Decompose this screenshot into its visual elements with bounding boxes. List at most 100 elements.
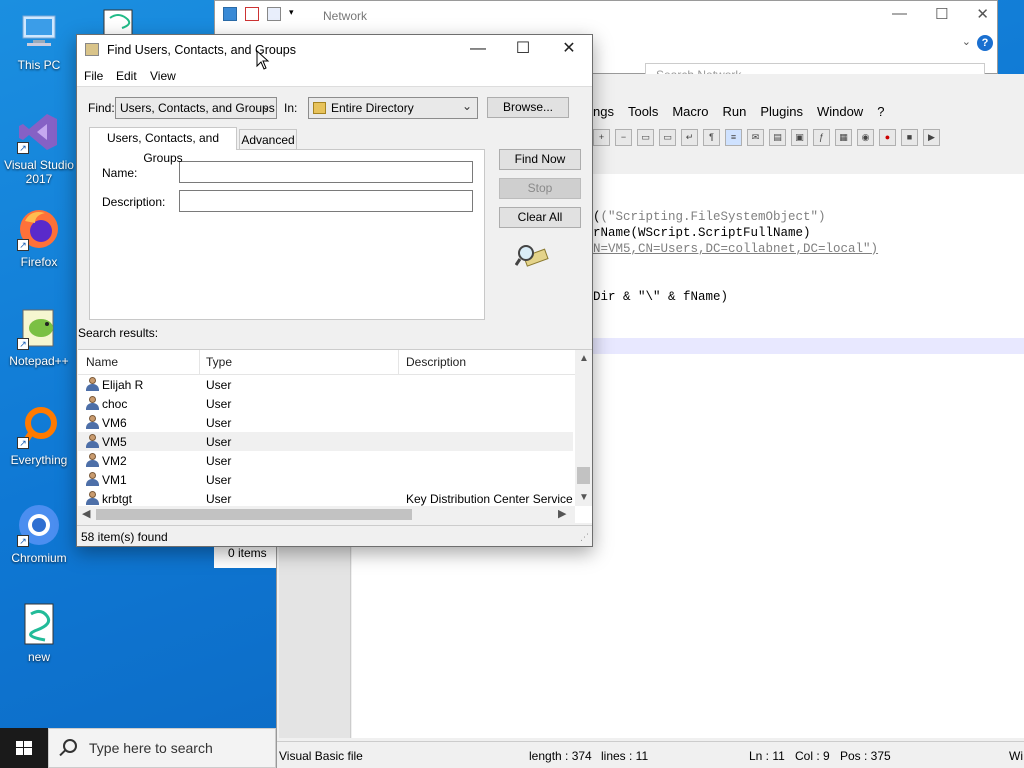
column-header-description[interactable]: Description	[406, 355, 466, 369]
code-line: N=VM5,CN=Users,DC=collabnet,DC=local")	[593, 242, 879, 256]
find-label: Find:	[88, 101, 115, 115]
resize-grip-icon[interactable]: ⋰	[580, 532, 589, 543]
desktop-icon-this-pc[interactable]: This PC	[3, 10, 75, 72]
row-type: User	[206, 416, 232, 430]
npp-toolbar: + − ▭ ▭ ↵ ¶ ≡ ✉ ▤ ▣ ƒ ▦ ◉ ● ■ ▶	[593, 126, 940, 148]
zoom-out-icon[interactable]: −	[615, 128, 632, 146]
user-icon	[86, 377, 99, 391]
tab-advanced[interactable]: Advanced	[239, 129, 297, 151]
search-icon	[63, 739, 77, 753]
desktop-icon-new[interactable]: new	[3, 602, 75, 664]
play-macro-icon[interactable]: ▶	[923, 128, 940, 146]
start-button[interactable]	[0, 728, 48, 768]
name-input[interactable]	[179, 161, 473, 183]
table-row[interactable]: VM1 User	[78, 470, 573, 489]
taskbar-search-box[interactable]: Type here to search	[48, 728, 276, 768]
shortcut-arrow-icon: ↗	[17, 535, 29, 547]
column-separator[interactable]	[398, 350, 399, 374]
tab-users-contacts-groups[interactable]: Users, Contacts, and Groups	[89, 127, 237, 165]
find-type-select[interactable]: Users, Contacts, and Groups ⌄	[115, 97, 277, 119]
table-row[interactable]: VM6 User	[78, 413, 573, 432]
desktop-icon-visual-studio[interactable]: ↗ Visual Studio 2017	[3, 110, 75, 186]
desktop-icon-firefox[interactable]: ↗ Firefox	[3, 207, 75, 269]
scroll-thumb[interactable]	[96, 509, 412, 520]
menu-view[interactable]: View	[150, 69, 176, 83]
folder-workspace-icon[interactable]: ▦	[835, 128, 852, 146]
scope-select[interactable]: Entire Directory ⌄	[308, 97, 478, 119]
close-icon[interactable]: ✕	[553, 39, 585, 61]
dialog-titlebar[interactable]: Find Users, Contacts, and Groups — ☐ ✕	[77, 35, 592, 65]
chevron-down-icon[interactable]: ⌄	[962, 35, 971, 48]
sync-vertical-icon[interactable]: ▭	[637, 128, 654, 146]
user-icon	[86, 434, 99, 448]
search-criteria-panel: Name: Description:	[89, 149, 485, 320]
doc-list-icon[interactable]: ▣	[791, 128, 808, 146]
desktop-icon-label: Notepad++	[9, 354, 69, 368]
find-users-dialog: Find Users, Contacts, and Groups — ☐ ✕ F…	[76, 34, 593, 547]
define-language-icon[interactable]: ✉	[747, 128, 764, 146]
monitoring-icon[interactable]: ◉	[857, 128, 874, 146]
table-row[interactable]: Elijah R User	[78, 375, 573, 394]
minimize-icon[interactable]: —	[892, 5, 907, 23]
network-icon[interactable]	[223, 7, 237, 21]
menu-edit[interactable]: Edit	[116, 69, 137, 83]
menu-macro[interactable]: Macro	[672, 104, 708, 119]
browse-button[interactable]: Browse...	[487, 97, 569, 118]
status-length: length : 374	[529, 749, 592, 763]
record-macro-icon[interactable]: ●	[879, 128, 896, 146]
word-wrap-icon[interactable]: ↵	[681, 128, 698, 146]
show-all-chars-icon[interactable]: ¶	[703, 128, 720, 146]
doc-map-icon[interactable]: ▤	[769, 128, 786, 146]
results-vertical-scrollbar[interactable]: ▲ ▼	[575, 350, 592, 506]
code-line: (("Scripting.FileSystemObject")	[593, 210, 826, 224]
clear-all-button[interactable]: Clear All	[499, 207, 581, 228]
desktop-icon-everything[interactable]: ↗ Everything	[3, 405, 75, 467]
indent-guide-icon[interactable]: ≡	[725, 128, 742, 146]
menu-settings[interactable]: ngs	[593, 104, 614, 119]
menu-run[interactable]: Run	[722, 104, 746, 119]
sync-horizontal-icon[interactable]: ▭	[659, 128, 676, 146]
minimize-icon[interactable]: —	[462, 39, 494, 61]
help-icon[interactable]: ?	[977, 35, 993, 51]
row-type: User	[206, 492, 232, 506]
scroll-left-icon[interactable]: ◀	[82, 507, 90, 520]
maximize-icon[interactable]: ☐	[507, 39, 539, 61]
desktop-icon-label: Chromium	[11, 551, 67, 565]
scroll-thumb[interactable]	[577, 467, 590, 484]
scroll-up-icon[interactable]: ▲	[579, 353, 589, 364]
scroll-right-icon[interactable]: ▶	[558, 507, 566, 520]
customize-dropdown-icon[interactable]: ▾	[289, 7, 303, 21]
results-horizontal-scrollbar[interactable]: ◀ ▶	[78, 506, 575, 523]
column-separator[interactable]	[199, 350, 200, 374]
menu-tools[interactable]: Tools	[628, 104, 658, 119]
properties-icon[interactable]	[245, 7, 259, 21]
table-row[interactable]: VM5 User	[78, 432, 573, 451]
scope-value: Entire Directory	[331, 101, 414, 115]
row-name: choc	[102, 397, 128, 411]
column-header-type[interactable]: Type	[206, 355, 232, 369]
close-icon[interactable]: ✕	[976, 5, 989, 23]
desktop-icon-label: Firefox	[20, 255, 58, 269]
scroll-down-icon[interactable]: ▼	[579, 492, 589, 503]
column-header-name[interactable]: Name	[86, 355, 118, 369]
zoom-in-icon[interactable]: +	[593, 128, 610, 146]
table-row[interactable]: VM2 User	[78, 451, 573, 470]
new-folder-icon[interactable]	[267, 7, 281, 21]
stop-macro-icon[interactable]: ■	[901, 128, 918, 146]
table-row[interactable]: krbtgt User Key Distribution Center Serv…	[78, 489, 573, 506]
maximize-icon[interactable]: ☐	[935, 5, 948, 23]
menu-help[interactable]: ?	[877, 104, 884, 119]
find-now-button[interactable]: Find Now	[499, 149, 581, 170]
desktop-icon-chromium[interactable]: ↗ Chromium	[3, 503, 75, 565]
stop-button[interactable]: Stop	[499, 178, 581, 199]
menu-plugins[interactable]: Plugins	[760, 104, 803, 119]
table-row[interactable]: choc User	[78, 394, 573, 413]
description-input[interactable]	[179, 190, 473, 212]
visual-studio-icon: ↗	[17, 110, 61, 154]
menu-file[interactable]: File	[84, 69, 103, 83]
search-results-label: Search results:	[78, 326, 159, 340]
function-list-icon[interactable]: ƒ	[813, 128, 830, 146]
desktop-icon-notepadpp[interactable]: ↗ Notepad++	[3, 306, 75, 368]
menu-window[interactable]: Window	[817, 104, 863, 119]
user-icon	[86, 396, 99, 410]
